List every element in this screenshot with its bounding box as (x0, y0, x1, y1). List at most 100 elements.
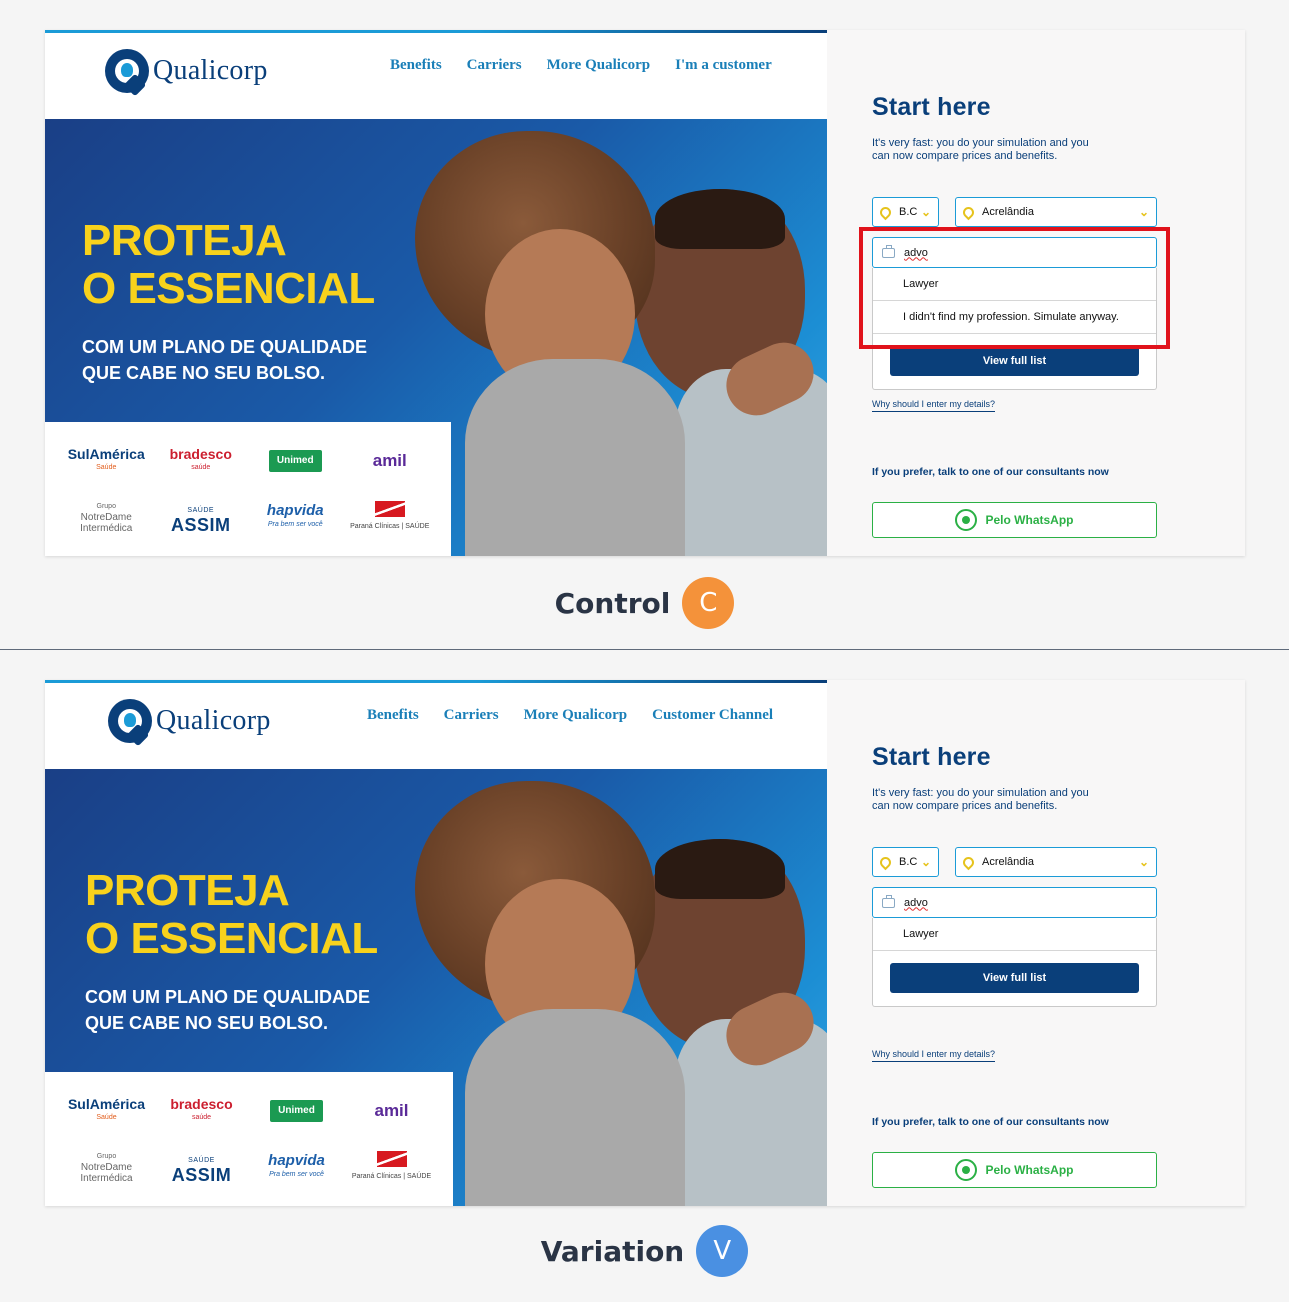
hero-banner: PROTEJA O ESSENCIAL COM UM PLANO DE QUAL… (45, 119, 827, 556)
hero-title: PROTEJA O ESSENCIAL (82, 217, 375, 313)
variation-label-text: Variation (540, 1234, 685, 1268)
family-photo (405, 769, 827, 1206)
nav-customer-channel[interactable]: Customer Channel (652, 707, 773, 724)
nav-benefits[interactable]: Benefits (390, 57, 442, 74)
location-pin-icon (960, 204, 977, 220)
unimed-logo: Unimed (270, 1099, 323, 1122)
whatsapp-icon (955, 1159, 978, 1181)
nav-customer[interactable]: I'm a customer (675, 57, 772, 74)
parana-clinicas-logo: Paraná Clínicas | SAÚDE (350, 501, 429, 534)
main-nav: Benefits Carriers More Qualicorp I'm a c… (390, 57, 772, 74)
consultants-text: If you prefer, talk to one of our consul… (872, 466, 1109, 478)
unimed-logo: Unimed (268, 449, 322, 472)
hero-subtitle-line-2: QUE CABE NO SEU BOLSO. (82, 363, 326, 383)
logo-text: Qualicorp (153, 55, 268, 86)
nav-more-qualicorp[interactable]: More Qualicorp (547, 57, 650, 74)
city-select[interactable]: Acrelândia ⌄ (955, 847, 1157, 877)
carrier-logos: SulAmérica Saúde bradesco saúde Unimed ami… (45, 1072, 453, 1206)
hero-subtitle-line-1: COM UM PLANO DE QUALIDADE (82, 337, 367, 357)
divider (0, 649, 1289, 650)
sulamerica-logo: SulAmérica Saúde (67, 445, 145, 471)
whatsapp-icon (955, 509, 978, 531)
chevron-down-icon: ⌄ (1138, 205, 1149, 219)
state-value: B.C (899, 206, 918, 218)
city-select[interactable]: Acrelândia ⌄ (955, 197, 1157, 227)
why-details-link[interactable]: Why should I enter my details? (872, 399, 996, 412)
hero-title-line-1: PROTEJA (82, 216, 287, 265)
landing-left: Qualicorp Benefits Carriers More Qualico… (45, 30, 827, 556)
control-badge: C (682, 577, 735, 629)
variation-panel: Qualicorp Benefits Carriers More Qualico… (45, 680, 1245, 1206)
profession-value: advo (904, 896, 928, 909)
hapvida-logo: hapvida Pra bem ser você (266, 501, 324, 528)
profession-option[interactable]: Lawyer (873, 918, 1156, 951)
city-value: Acrelândia (982, 206, 1034, 218)
simulation-form: Start here It's very fast: you do your s… (827, 680, 1245, 1206)
nav-more-qualicorp[interactable]: More Qualicorp (524, 707, 627, 724)
main-nav: Benefits Carriers More Qualicorp Custome… (367, 707, 773, 724)
hapvida-logo: hapvida Pra bem ser você (268, 1151, 325, 1178)
profession-dropdown: Lawyer View full list (872, 918, 1157, 1007)
whatsapp-button[interactable]: Pelo WhatsApp (872, 1152, 1157, 1188)
control-label: Control C (0, 577, 1289, 629)
qualicorp-logo-icon (105, 49, 149, 93)
hero-title: PROTEJA O ESSENCIAL (85, 867, 378, 963)
qualicorp-logo[interactable]: Qualicorp (105, 49, 268, 93)
start-title: Start here (872, 93, 991, 121)
highlight-box (859, 227, 1170, 349)
briefcase-icon (882, 894, 895, 908)
qualicorp-logo[interactable]: Qualicorp (108, 699, 271, 743)
hero-banner: PROTEJA O ESSENCIAL COM UM PLANO DE QUAL… (45, 769, 827, 1206)
state-value: B.C (899, 856, 918, 868)
sulamerica-logo: SulAmérica Saúde (67, 1095, 146, 1121)
state-select[interactable]: B.C ⌄ (872, 197, 939, 227)
family-photo (405, 119, 827, 556)
variation-badge: V (696, 1225, 749, 1277)
nav-benefits[interactable]: Benefits (367, 707, 419, 724)
parana-clinicas-logo: Paraná Clínicas | SAÚDE (352, 1151, 431, 1184)
assim-logo: SAÚDE ASSIM (171, 1156, 232, 1185)
variation-label: Variation V (0, 1225, 1289, 1277)
form-description: It's very fast: you do your simulation a… (872, 787, 1089, 812)
hero-title-line-1: PROTEJA (85, 866, 290, 915)
chevron-down-icon: ⌄ (920, 205, 931, 219)
notredame-logo: Grupo NotreDame Intermédica (80, 503, 133, 534)
notredame-logo: Grupo NotreDame Intermédica (80, 1153, 133, 1184)
site-header: Qualicorp Benefits Carriers More Qualico… (45, 33, 827, 119)
whatsapp-button[interactable]: Pelo WhatsApp (872, 502, 1157, 538)
assim-logo: SAÚDE ASSIM (170, 506, 231, 535)
why-details-link[interactable]: Why should I enter my details? (872, 1049, 996, 1062)
control-label-text: Control (554, 586, 671, 620)
state-select[interactable]: B.C ⌄ (872, 847, 939, 877)
hero-title-line-2: O ESSENCIAL (82, 264, 375, 313)
whatsapp-label: Pelo WhatsApp (985, 513, 1074, 527)
consultants-text: If you prefer, talk to one of our consul… (872, 1116, 1109, 1128)
location-pin-icon (877, 854, 894, 870)
bradesco-logo: bradesco saúde (169, 445, 232, 471)
bradesco-logo: bradesco saúde (170, 1095, 233, 1121)
city-value: Acrelândia (982, 856, 1034, 868)
logo-text: Qualicorp (156, 705, 271, 736)
hero-title-line-2: O ESSENCIAL (85, 914, 378, 963)
amil-logo: amil (374, 1100, 409, 1120)
nav-carriers[interactable]: Carriers (444, 707, 499, 724)
profession-input[interactable]: advo (872, 887, 1157, 918)
hero-subtitle-line-2: QUE CABE NO SEU BOLSO. (85, 1013, 329, 1033)
view-full-list-button[interactable]: View full list (890, 963, 1139, 993)
hero-subtitle-line-1: COM UM PLANO DE QUALIDADE (85, 987, 370, 1007)
form-description: It's very fast: you do your simulation a… (872, 137, 1089, 162)
landing-left: Qualicorp Benefits Carriers More Qualico… (45, 680, 827, 1206)
carrier-logos: SulAmérica Saúde bradesco saúde Unimed ami… (45, 422, 451, 556)
nav-carriers[interactable]: Carriers (467, 57, 522, 74)
chevron-down-icon: ⌄ (1138, 855, 1149, 869)
chevron-down-icon: ⌄ (920, 855, 931, 869)
location-pin-icon (960, 854, 977, 870)
qualicorp-logo-icon (108, 699, 152, 743)
hero-subtitle: COM UM PLANO DE QUALIDADE QUE CABE NO SE… (85, 984, 370, 1036)
hero-subtitle: COM UM PLANO DE QUALIDADE QUE CABE NO SE… (82, 334, 367, 386)
view-full-list-button[interactable]: View full list (890, 346, 1139, 376)
amil-logo: amil (372, 450, 407, 470)
site-header: Qualicorp Benefits Carriers More Qualico… (45, 683, 827, 769)
start-title: Start here (872, 743, 991, 771)
whatsapp-label: Pelo WhatsApp (985, 1163, 1074, 1177)
